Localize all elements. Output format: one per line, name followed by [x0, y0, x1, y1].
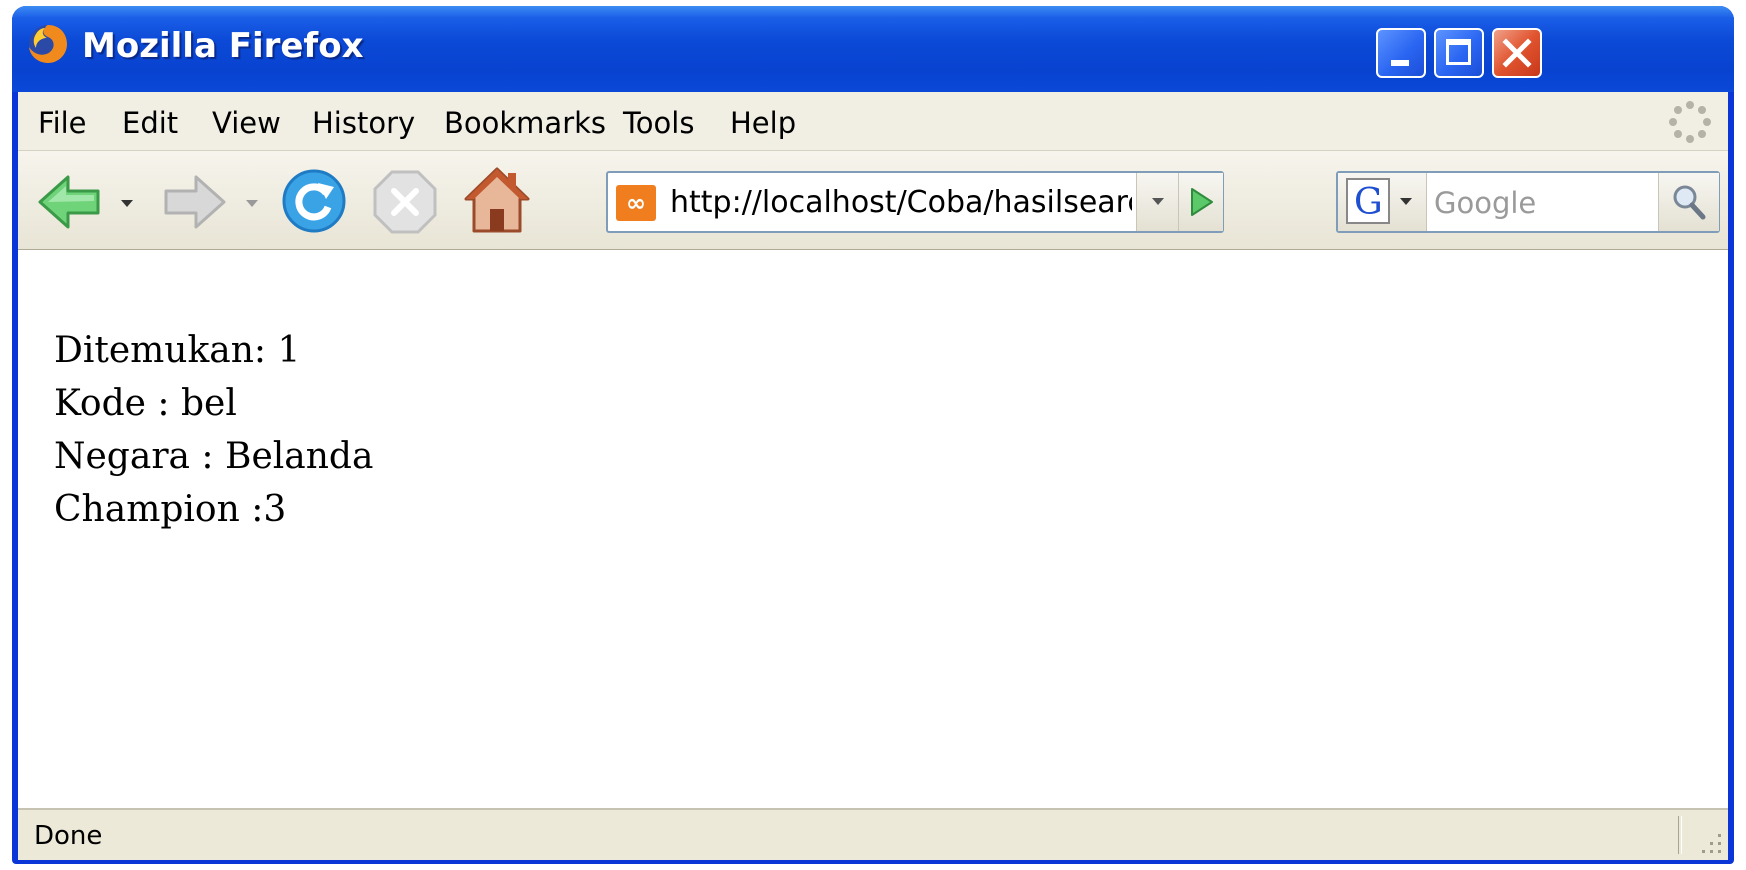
- engine-dropdown-icon: [1400, 198, 1412, 205]
- country-text: Negara : Belanda: [54, 436, 374, 477]
- champion-text: Champion :3: [54, 489, 287, 530]
- go-button[interactable]: [1178, 173, 1223, 231]
- status-divider: [1678, 816, 1682, 854]
- search-engine-selector[interactable]: G: [1338, 173, 1427, 231]
- svg-text:G: G: [1354, 182, 1383, 220]
- search-input[interactable]: [1434, 181, 1644, 225]
- browser-body: File Edit View History Bookmarks Tools H…: [18, 92, 1728, 860]
- result-count-text: Ditemukan: 1: [54, 330, 301, 371]
- menu-history[interactable]: History: [312, 106, 415, 140]
- page-content: Ditemukan: 1 Kode : bel Negara : Belanda…: [18, 250, 1728, 808]
- status-text: Done: [34, 821, 103, 851]
- close-icon: [1502, 38, 1532, 68]
- minimize-icon: [1391, 60, 1409, 66]
- status-bar: Done: [18, 808, 1728, 860]
- home-icon[interactable]: [462, 165, 532, 235]
- url-input[interactable]: [670, 179, 1132, 225]
- search-bar: G: [1336, 171, 1720, 233]
- chevron-down-icon: [1152, 198, 1164, 205]
- site-favicon-icon: ∞: [616, 185, 656, 221]
- reload-icon[interactable]: [280, 167, 348, 235]
- maximize-button[interactable]: [1434, 28, 1484, 78]
- forward-arrow-icon[interactable]: [162, 173, 228, 231]
- stop-icon[interactable]: [372, 169, 438, 235]
- maximize-icon: [1446, 39, 1471, 65]
- forward-history-dropdown[interactable]: [246, 200, 258, 207]
- throbber-icon: [1669, 101, 1711, 143]
- menu-tools[interactable]: Tools: [623, 106, 694, 140]
- search-button[interactable]: [1658, 173, 1719, 231]
- search-icon: [1673, 185, 1706, 220]
- minimize-button[interactable]: [1376, 28, 1426, 78]
- go-arrow-icon: [1191, 188, 1213, 216]
- menu-bookmarks[interactable]: Bookmarks: [444, 106, 606, 140]
- address-bar: ∞: [606, 171, 1224, 233]
- window-title: Mozilla Firefox: [82, 26, 364, 66]
- navigation-toolbar: ∞ G: [18, 151, 1728, 250]
- menu-help[interactable]: Help: [730, 106, 796, 140]
- firefox-logo-icon: [29, 25, 67, 63]
- back-history-dropdown[interactable]: [121, 200, 133, 207]
- menu-edit[interactable]: Edit: [122, 106, 178, 140]
- google-logo-icon: G: [1346, 178, 1390, 224]
- close-button[interactable]: [1492, 28, 1542, 78]
- menu-view[interactable]: View: [212, 106, 281, 140]
- resize-grip-icon[interactable]: [1694, 826, 1724, 856]
- url-history-dropdown[interactable]: [1136, 173, 1179, 231]
- menu-bar: File Edit View History Bookmarks Tools H…: [18, 92, 1728, 151]
- back-arrow-icon[interactable]: [36, 171, 102, 233]
- menu-file[interactable]: File: [38, 106, 87, 140]
- browser-window: Mozilla Firefox File Edit View History B…: [12, 6, 1734, 864]
- code-text: Kode : bel: [54, 383, 237, 424]
- title-bar[interactable]: Mozilla Firefox: [12, 6, 1734, 92]
